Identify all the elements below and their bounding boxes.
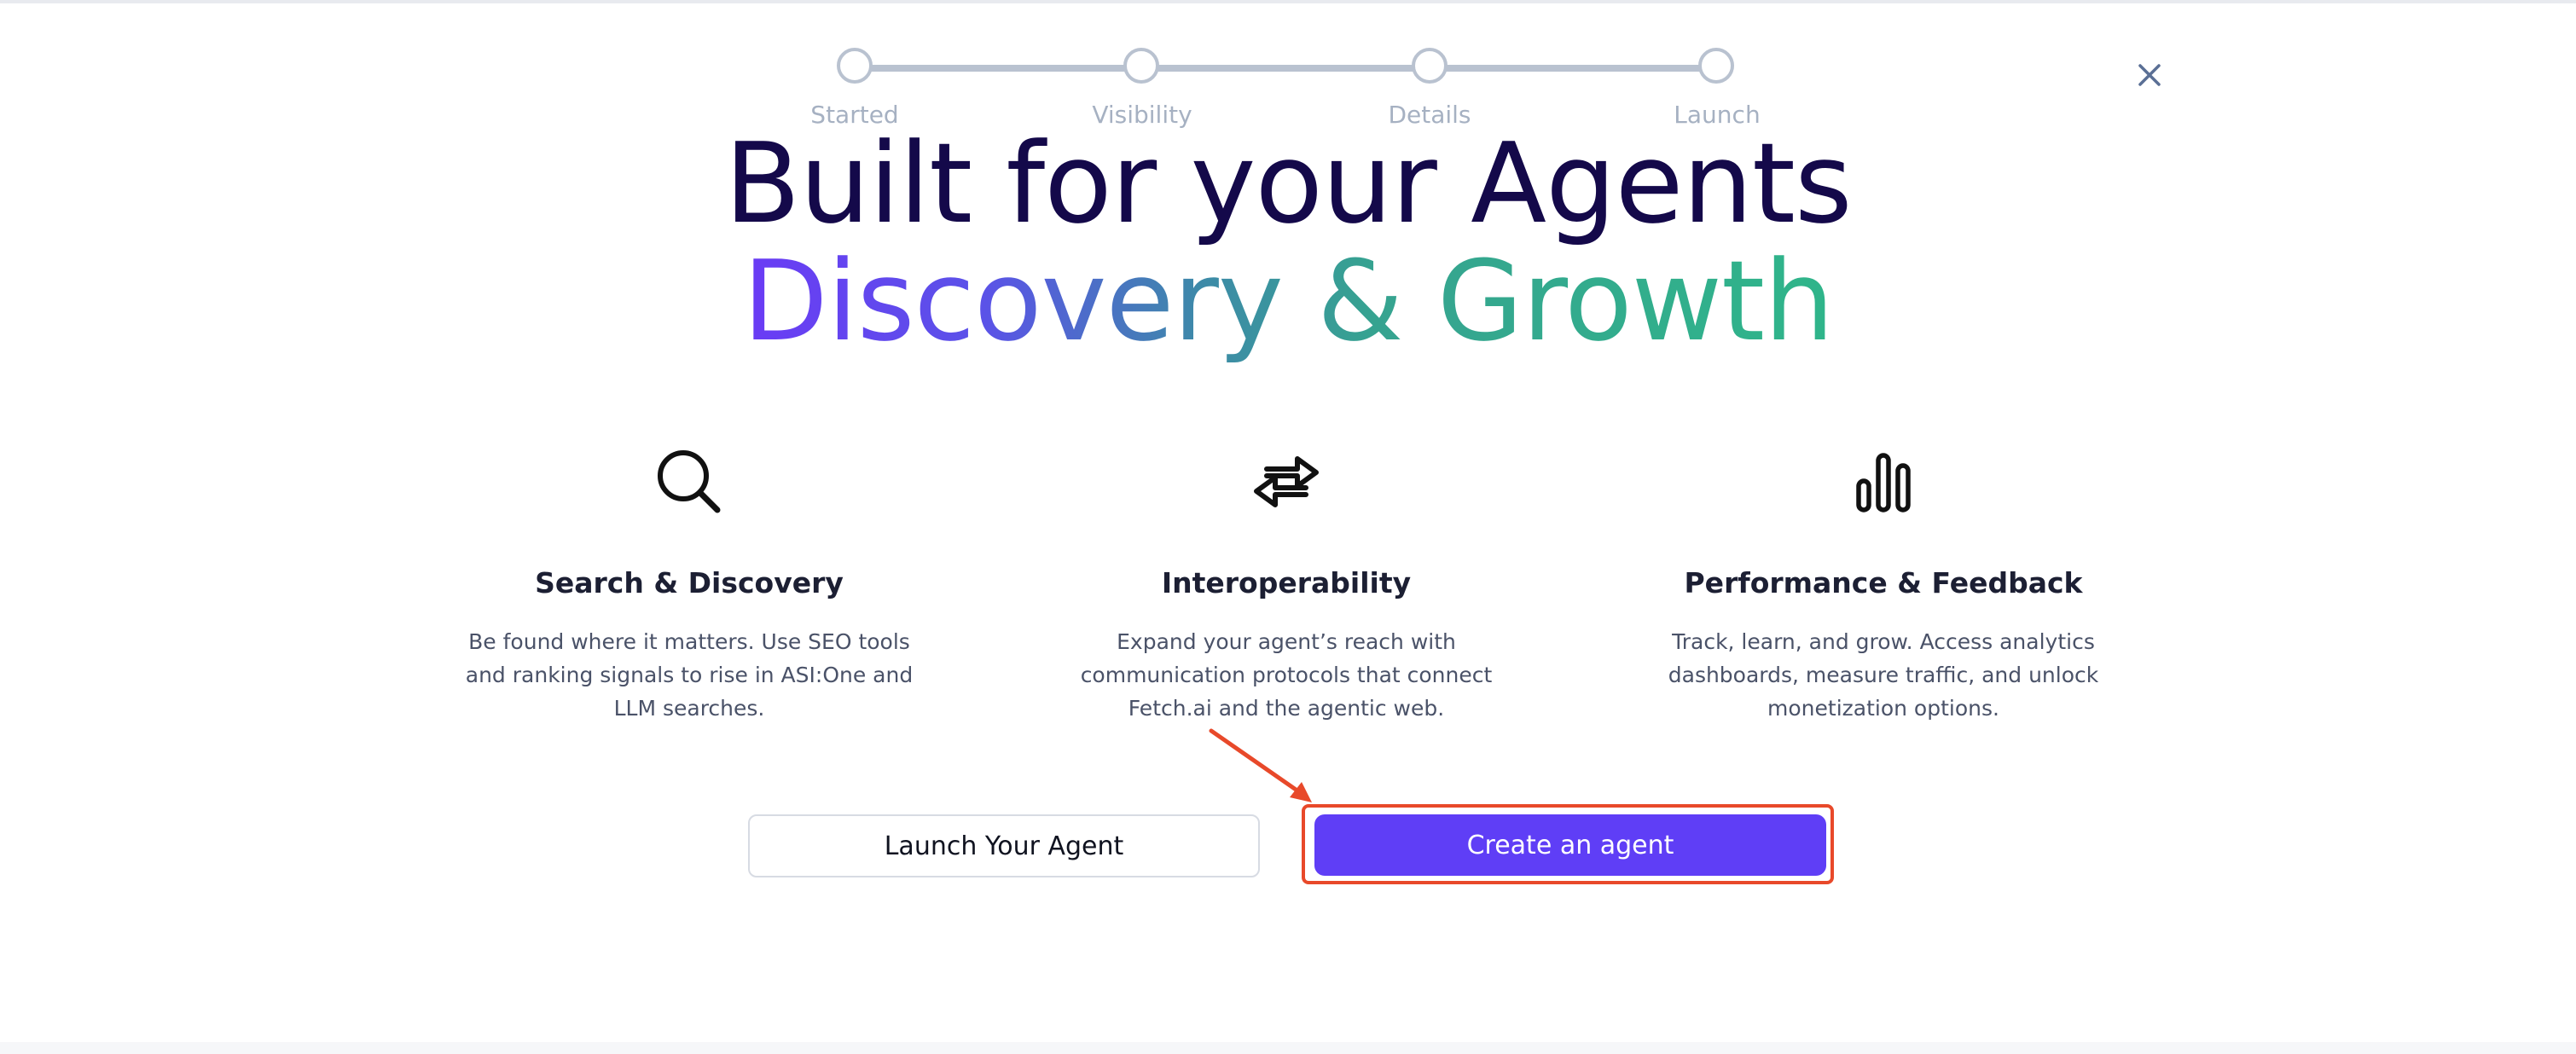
feature-title: Search & Discovery — [535, 566, 844, 599]
step-circle-details[interactable] — [1412, 48, 1448, 84]
close-icon — [2138, 64, 2161, 86]
create-agent-button[interactable]: Create an agent — [1314, 814, 1826, 876]
exchange-arrows-icon — [1254, 456, 1319, 507]
close-button[interactable] — [2132, 58, 2167, 92]
feature-search-discovery: Search & Discovery Be found where it mat… — [425, 443, 954, 725]
feature-performance-feedback: Performance & Feedback Track, learn, and… — [1619, 443, 2148, 725]
progress-stepper: Started Visibility Details Launch — [0, 0, 2576, 136]
feature-description: Expand your agent’s reach with communica… — [1080, 629, 1493, 721]
annotation-arrow-icon — [1209, 728, 1312, 802]
search-icon — [658, 450, 721, 513]
bottom-strip — [0, 1042, 2576, 1054]
step-circle-started[interactable] — [837, 48, 873, 84]
hero-subtitle-text: Discovery & Growth — [742, 236, 1835, 366]
stepper-track — [871, 65, 1724, 72]
bar-chart-icon — [1856, 453, 1911, 513]
feature-title: Performance & Feedback — [1684, 566, 2083, 599]
step-circle-visibility[interactable] — [1123, 48, 1159, 84]
hero-subtitle: Discovery & Growth — [0, 237, 2576, 365]
step-circle-launch[interactable] — [1698, 48, 1734, 84]
launch-your-agent-button[interactable]: Launch Your Agent — [748, 814, 1260, 877]
hero-title: Built for your Agents — [724, 119, 1852, 248]
feature-description: Track, learn, and grow. Access analytics… — [1668, 629, 2099, 721]
feature-interoperability: Interoperability Expand your agent’s rea… — [1022, 443, 1551, 725]
feature-description: Be found where it matters. Use SEO tools… — [465, 629, 914, 721]
feature-title: Interoperability — [1161, 566, 1412, 599]
